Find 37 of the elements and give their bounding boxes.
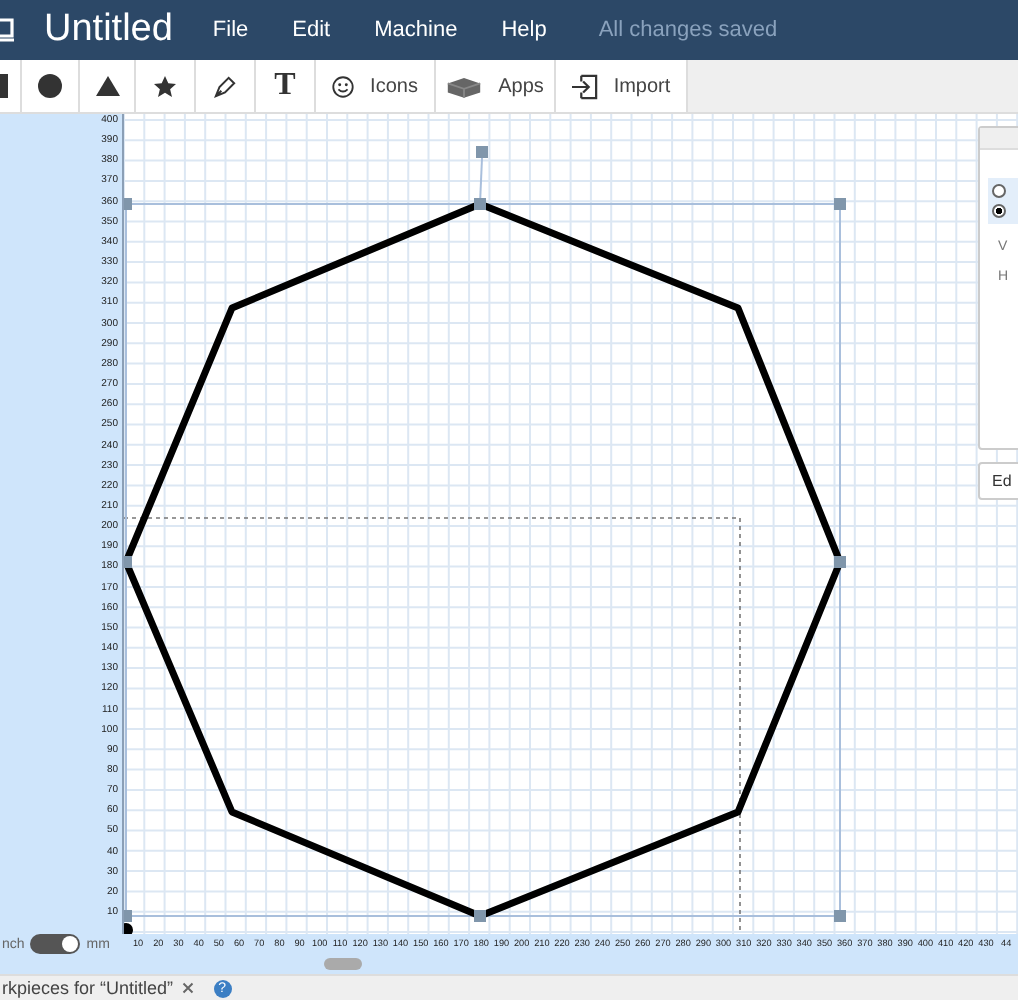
import-icon bbox=[571, 73, 598, 99]
panel-title: rkpieces for “Untitled” bbox=[2, 978, 174, 998]
radio-button[interactable] bbox=[992, 184, 1006, 198]
save-status: All changes saved bbox=[598, 18, 778, 42]
close-icon[interactable] bbox=[181, 982, 194, 994]
circle-icon bbox=[38, 74, 62, 98]
menu-item[interactable]: Edit bbox=[292, 18, 331, 42]
pen-tool-button[interactable] bbox=[196, 60, 256, 112]
circle-tool-button[interactable] bbox=[22, 60, 80, 112]
resize-handle[interactable] bbox=[834, 198, 846, 210]
star-icon bbox=[154, 75, 176, 97]
resize-handle[interactable] bbox=[474, 910, 486, 922]
square-tool-button[interactable] bbox=[0, 60, 22, 112]
menu-item[interactable]: Machine bbox=[374, 18, 458, 42]
icons-tool-button[interactable]: Icons bbox=[316, 60, 436, 112]
edit-button[interactable]: Ed bbox=[978, 462, 1018, 500]
rotation-handle[interactable] bbox=[476, 146, 488, 158]
machine-icon bbox=[0, 16, 16, 44]
import-tool-button[interactable]: Import bbox=[556, 60, 688, 112]
resize-handle[interactable] bbox=[834, 910, 846, 922]
resize-handle[interactable] bbox=[834, 556, 846, 568]
triangle-tool-button[interactable] bbox=[80, 60, 136, 112]
radio-button[interactable] bbox=[992, 204, 1006, 218]
star-tool-button[interactable] bbox=[136, 60, 196, 112]
document-title[interactable]: Untitled bbox=[44, 8, 173, 52]
text-tool-button[interactable]: T bbox=[256, 60, 316, 112]
pen-icon bbox=[214, 75, 236, 97]
triangle-icon bbox=[95, 76, 119, 96]
resize-handle[interactable] bbox=[474, 198, 486, 210]
apps-tool-button[interactable]: Apps bbox=[436, 60, 556, 112]
menu-item[interactable]: File bbox=[212, 18, 249, 42]
square-icon bbox=[0, 74, 8, 98]
unit-toggle[interactable] bbox=[30, 934, 81, 954]
smiley-icon bbox=[332, 75, 355, 97]
brick-icon bbox=[446, 75, 483, 97]
scrollbar-thumb[interactable] bbox=[324, 958, 362, 970]
menu-item[interactable]: Help bbox=[501, 18, 547, 42]
